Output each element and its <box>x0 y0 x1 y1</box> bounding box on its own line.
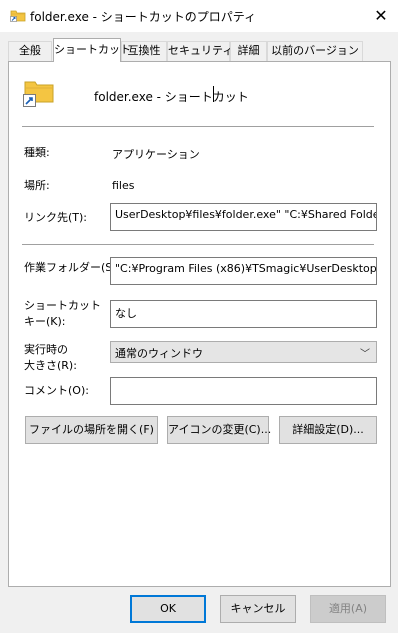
window-title: folder.exe - ショートカットのプロパティ <box>30 10 257 24</box>
comment-label: コメント(O): <box>24 384 89 397</box>
close-icon[interactable]: ✕ <box>370 6 392 26</box>
folder-shortcut-icon <box>23 81 54 107</box>
change-icon-button[interactable]: アイコンの変更(C)... <box>167 416 271 444</box>
divider <box>22 244 374 245</box>
run-label-line1: 実行時の <box>24 343 68 356</box>
start-in-label: 作業フォルダー(S): <box>24 261 121 274</box>
advanced-button[interactable]: 詳細設定(D)... <box>279 416 377 444</box>
ok-button[interactable]: OK <box>130 595 206 623</box>
type-value: アプリケーション <box>112 148 200 161</box>
type-label: 種類: <box>24 146 50 159</box>
tab-general[interactable]: 全般 <box>8 41 52 61</box>
run-size-value: 通常のウィンドウ <box>115 347 203 360</box>
hotkey-field[interactable]: なし <box>110 300 377 328</box>
target-label: リンク先(T): <box>24 211 88 224</box>
folder-shortcut-icon <box>10 10 26 22</box>
chevron-down-icon: ﹀ <box>360 349 370 360</box>
hotkey-label-line2: キー(K): <box>24 315 66 328</box>
tab-security[interactable]: セキュリティ <box>167 41 233 61</box>
cancel-button[interactable]: キャンセル <box>220 595 296 623</box>
hotkey-label-line1: ショートカット <box>24 299 101 312</box>
apply-button[interactable]: 適用(A) <box>310 595 386 623</box>
shortcut-name[interactable]: folder.exe - ショートカット <box>94 88 249 105</box>
open-file-location-button[interactable]: ファイルの場所を開く(F) <box>25 416 158 444</box>
comment-field[interactable] <box>110 377 377 405</box>
text-cursor <box>213 86 214 102</box>
run-label-line2: 大きさ(R): <box>24 359 77 372</box>
start-in-field[interactable]: "C:¥Program Files (x86)¥TSmagic¥UserDesk… <box>110 257 377 285</box>
divider <box>22 126 374 127</box>
location-value: files <box>112 179 135 192</box>
tab-details[interactable]: 詳細 <box>230 41 267 61</box>
target-field[interactable]: UserDesktop¥files¥folder.exe" "C:¥Shared… <box>110 203 377 231</box>
tab-previous-versions[interactable]: 以前のバージョン <box>267 41 363 61</box>
tab-shortcut[interactable]: ショートカット <box>53 38 131 62</box>
run-size-select[interactable]: 通常のウィンドウ ﹀ <box>110 341 377 363</box>
location-label: 場所: <box>24 179 50 192</box>
